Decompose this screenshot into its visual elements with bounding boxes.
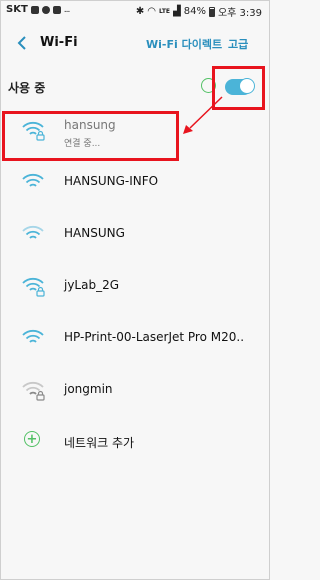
carrier-label: SKT [6, 4, 28, 15]
back-button[interactable] [12, 33, 32, 53]
network-highlight-box [2, 111, 179, 161]
network-item-jongmin[interactable]: jongmin [0, 364, 268, 416]
network-item-hp-print[interactable]: HP-Print-00-LaserJet Pro M20.. [0, 312, 268, 364]
battery-percent: 84% [183, 6, 206, 17]
network-item-jylab[interactable]: jyLab_2G [0, 260, 268, 312]
more-notifications-indicator: ... [63, 4, 71, 15]
wifi-switch-label: 사용 중 [8, 81, 46, 95]
wifi-icon [22, 225, 44, 239]
wifi-status-icon: ◠ [147, 5, 156, 17]
network-item-hansung-info[interactable]: HANSUNG-INFO [0, 156, 268, 208]
message-notification-icon [41, 5, 50, 14]
network-name: HANSUNG [64, 226, 125, 240]
page-title: Wi-Fi [40, 35, 78, 50]
network-name: jongmin [64, 382, 113, 396]
gallery-notification-icon [30, 5, 39, 14]
add-icon: + [24, 431, 40, 447]
status-bar: SKT ... ✱ ◠ LTE ▟ 84% 오후 3:39 [0, 0, 268, 20]
status-bar-left: SKT ... [6, 4, 71, 15]
app-header: Wi-Fi Wi-Fi 다이렉트 고급 [0, 24, 268, 64]
add-network-label: 네트워크 추가 [64, 436, 135, 450]
wifi-icon [22, 173, 44, 187]
lte-label: LTE [158, 7, 171, 15]
network-name: HP-Print-00-LaserJet Pro M20.. [64, 330, 245, 344]
network-name: jyLab_2G [64, 278, 120, 292]
wifi-icon [22, 329, 44, 343]
network-item-hansung-caps[interactable]: HANSUNG [0, 208, 268, 260]
status-bar-right: ✱ ◠ LTE ▟ 84% 오후 3:39 [136, 4, 262, 19]
battery-icon [208, 6, 215, 17]
clock: 오후 3:39 [217, 8, 262, 19]
signal-icon: ▟ [173, 5, 181, 17]
wifi-secured-icon [22, 381, 45, 401]
network-name: HANSUNG-INFO [64, 174, 159, 188]
image-notification-icon [52, 5, 61, 14]
wifi-direct-button[interactable]: Wi-Fi 다이렉트 [146, 36, 222, 52]
back-arrow-icon [17, 36, 26, 50]
advanced-button[interactable]: 고급 [228, 36, 248, 52]
wifi-secured-icon [22, 277, 45, 297]
add-network-item[interactable]: + 네트워크 추가 [0, 416, 268, 468]
bluetooth-icon: ✱ [135, 5, 145, 17]
